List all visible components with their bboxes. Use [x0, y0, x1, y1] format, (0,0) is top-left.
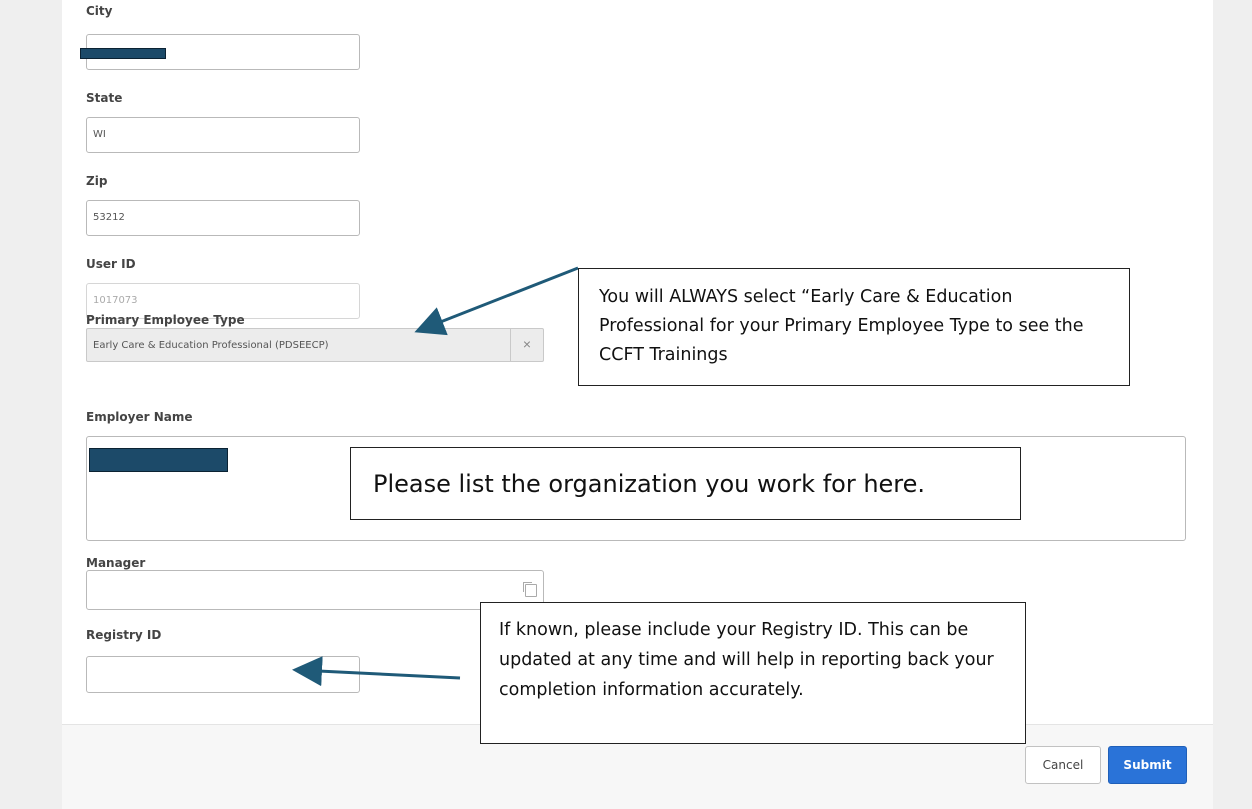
state-input[interactable]: WI — [86, 117, 360, 153]
registry-id-input[interactable] — [86, 656, 360, 693]
right-gutter — [1213, 0, 1252, 809]
zip-input[interactable]: 53212 — [86, 200, 360, 236]
city-label: City — [86, 4, 113, 18]
registry-id-callout: If known, please include your Registry I… — [480, 602, 1026, 744]
manager-label: Manager — [86, 556, 146, 570]
zip-label: Zip — [86, 174, 108, 188]
user-id-value: 1017073 — [93, 295, 138, 306]
user-id-label: User ID — [86, 257, 136, 271]
left-gutter — [0, 0, 62, 809]
registry-id-label: Registry ID — [86, 628, 162, 642]
state-value: WI — [93, 129, 106, 140]
lookup-icon[interactable] — [523, 582, 537, 597]
select-divider — [510, 329, 511, 361]
zip-value: 53212 — [93, 212, 125, 223]
primary-employee-type-select[interactable]: Early Care & Education Professional (PDS… — [86, 328, 544, 362]
cancel-button[interactable]: Cancel — [1025, 746, 1101, 784]
manager-input[interactable] — [86, 570, 544, 610]
redaction-bar — [89, 448, 228, 472]
employee-type-callout: You will ALWAYS select “Early Care & Edu… — [578, 268, 1130, 386]
clear-selection-icon[interactable]: × — [517, 336, 537, 352]
redaction-bar — [80, 48, 166, 59]
submit-button[interactable]: Submit — [1108, 746, 1187, 784]
employer-name-callout: Please list the organization you work fo… — [350, 447, 1021, 520]
employer-name-label: Employer Name — [86, 410, 193, 424]
primary-employee-type-heading: Primary Employee Type — [86, 313, 245, 327]
state-label: State — [86, 91, 123, 105]
primary-employee-type-value: Early Care & Education Professional (PDS… — [93, 340, 329, 351]
